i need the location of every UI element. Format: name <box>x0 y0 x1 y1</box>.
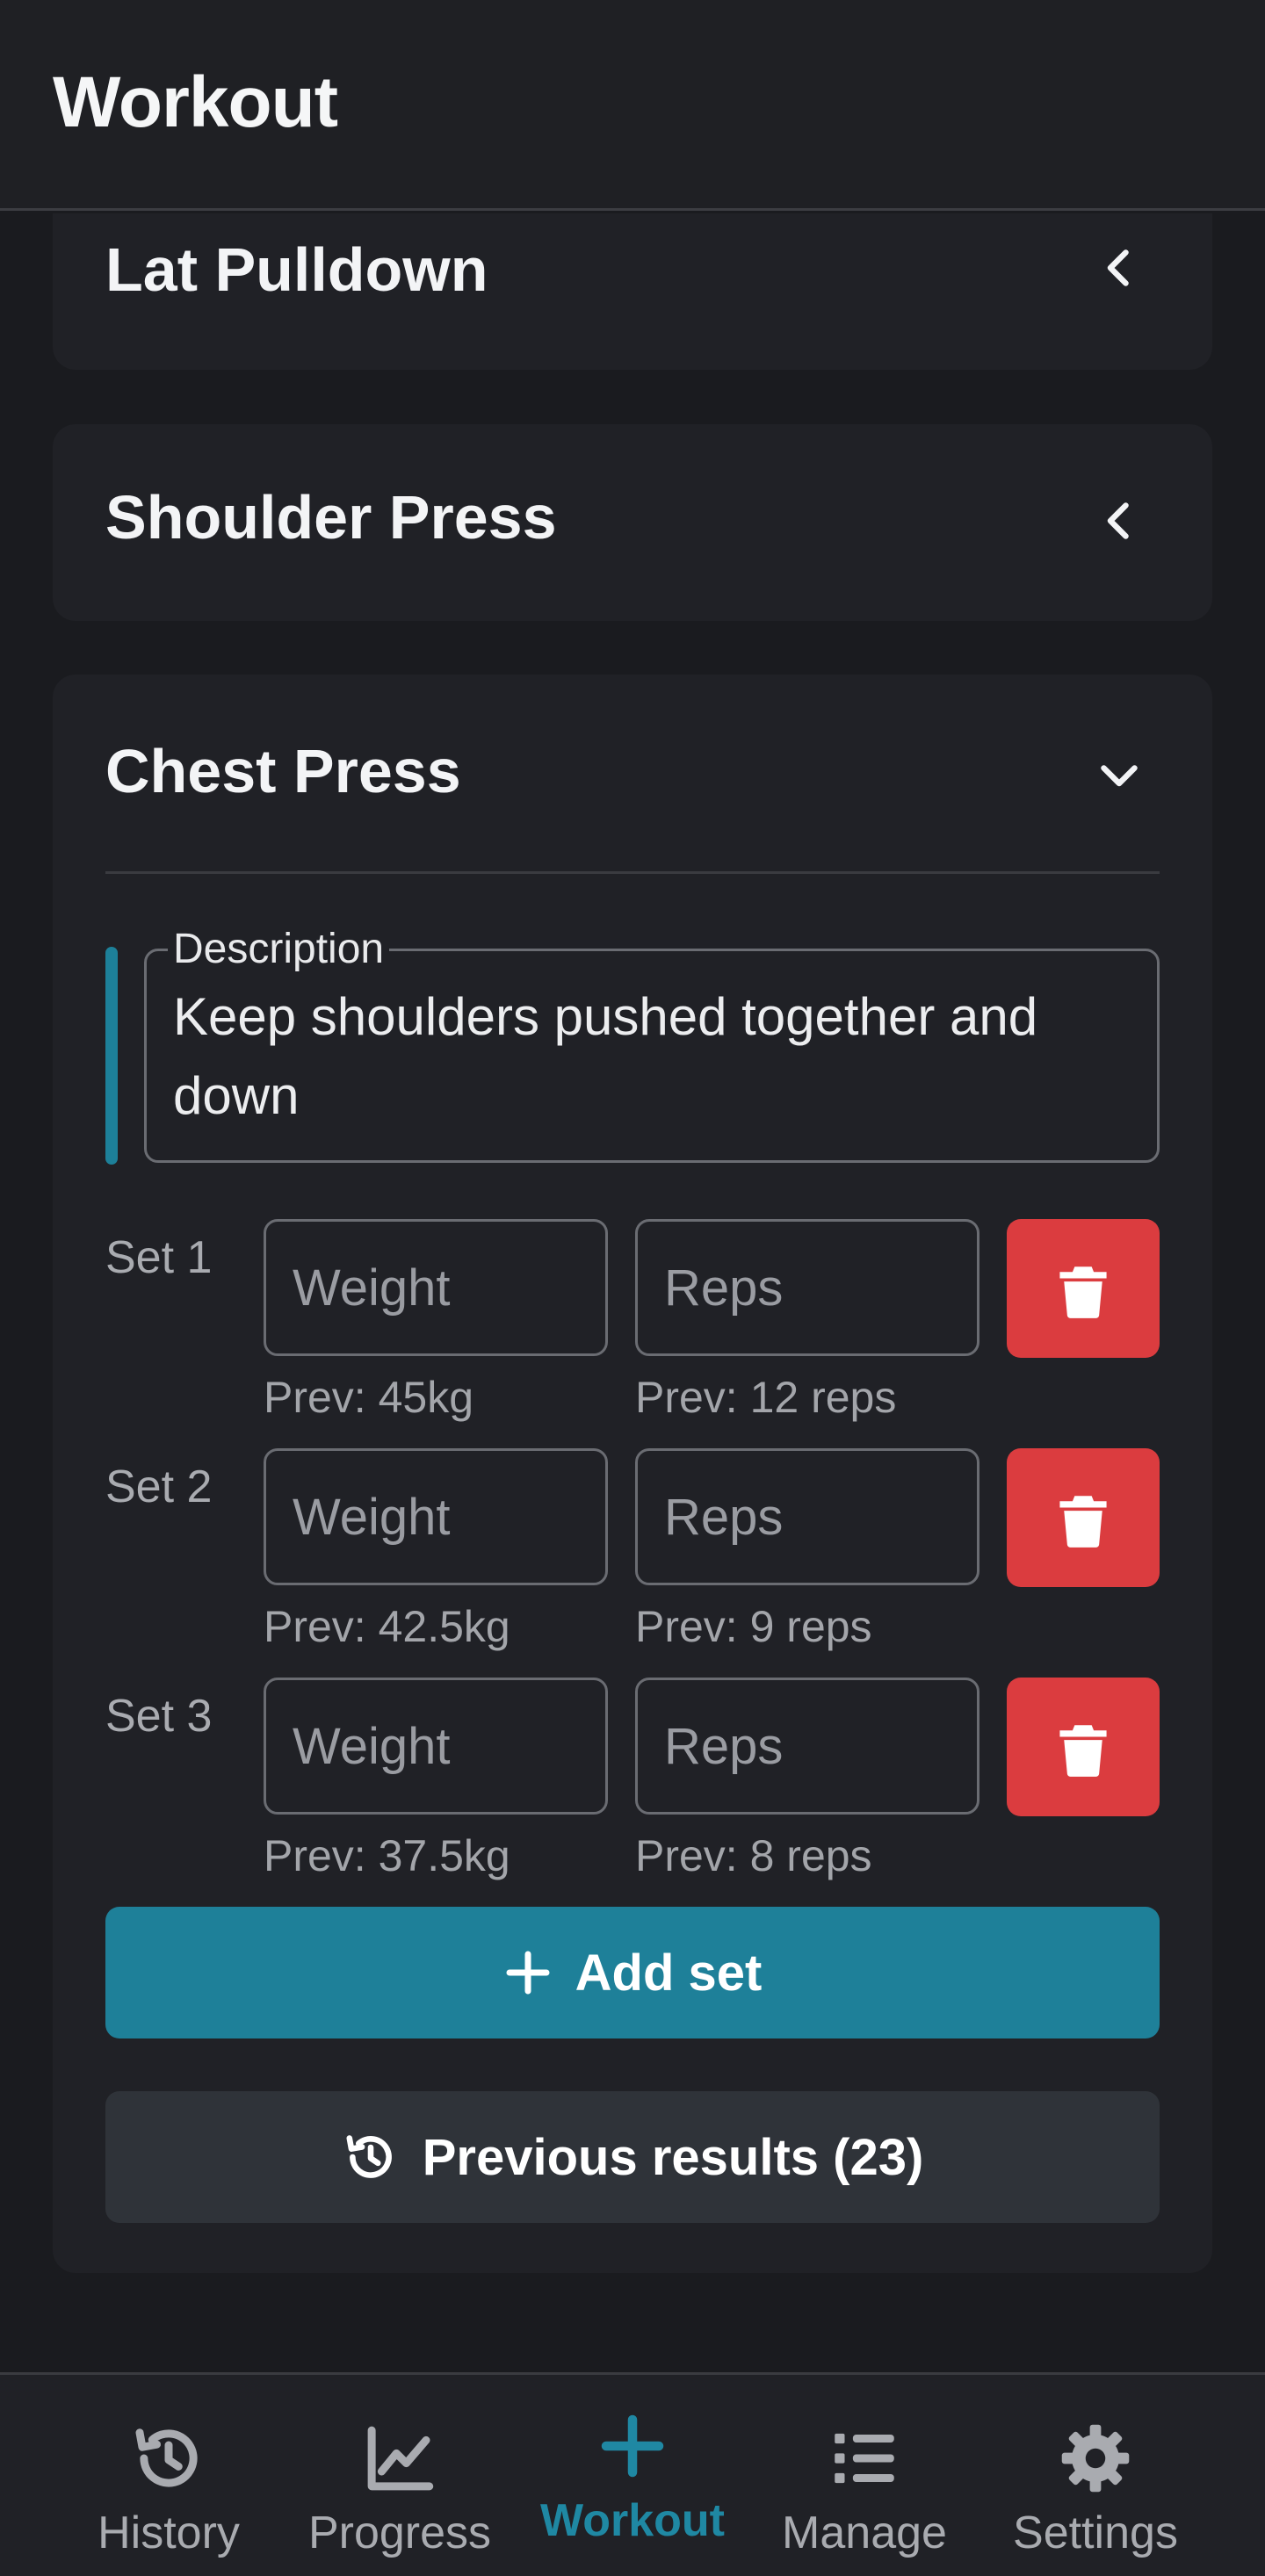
reps-input[interactable]: Reps <box>635 1219 979 1356</box>
weight-placeholder: Weight <box>293 1489 451 1546</box>
app-header: Workout <box>0 0 1265 211</box>
reps-placeholder: Reps <box>664 1489 784 1546</box>
nav-item-workout[interactable]: Workout <box>518 2375 747 2576</box>
reps-placeholder: Reps <box>664 1259 784 1317</box>
weight-placeholder: Weight <box>293 1718 451 1775</box>
prev-reps: Prev: 9 reps <box>635 1602 872 1651</box>
description-field[interactable]: Description Keep shoulders pushed togeth… <box>144 925 1160 1163</box>
gear-icon <box>1056 2419 1135 2498</box>
nav-label: Progress <box>307 2507 492 2558</box>
plus-icon <box>506 1951 550 1995</box>
prev-weight: Prev: 37.5kg <box>264 1831 510 1880</box>
prev-reps: Prev: 12 reps <box>635 1373 897 1422</box>
trash-icon <box>1059 1266 1107 1318</box>
nav-item-manage[interactable]: Manage <box>750 2375 979 2576</box>
prev-weight: Prev: 42.5kg <box>264 1602 510 1651</box>
chart-icon <box>360 2419 439 2498</box>
reps-placeholder: Reps <box>664 1718 784 1775</box>
prev-weight: Prev: 45kg <box>264 1373 474 1422</box>
history-icon <box>129 2419 208 2498</box>
weight-placeholder: Weight <box>293 1259 451 1317</box>
exercise-card-chest-press[interactable]: Chest Press Description Keep shoulders p… <box>53 675 1212 2273</box>
nav-item-settings[interactable]: Settings <box>981 2375 1210 2576</box>
plus-icon <box>593 2406 672 2486</box>
description-accent-bar <box>105 947 118 1165</box>
weight-input[interactable]: Weight <box>264 1678 608 1815</box>
exercise-title: Lat Pulldown <box>105 235 488 304</box>
reps-input[interactable]: Reps <box>635 1448 979 1585</box>
previous-results-button[interactable]: Previous results (23) <box>105 2091 1160 2223</box>
chevron-left-icon[interactable] <box>1093 242 1146 294</box>
delete-set-button[interactable] <box>1007 1219 1160 1358</box>
page-title: Workout <box>53 62 338 142</box>
exercise-card-shoulder-press[interactable]: Shoulder Press <box>53 424 1212 621</box>
set-label: Set 1 <box>105 1232 213 1283</box>
prev-reps: Prev: 8 reps <box>635 1831 872 1880</box>
add-set-button[interactable]: Add set <box>105 1907 1160 2038</box>
list-icon <box>825 2419 904 2498</box>
nav-label: History <box>98 2507 240 2558</box>
workout-content[interactable]: Lat Pulldown Shoulder Press Chest Press … <box>0 213 1265 2372</box>
nav-label: Settings <box>1013 2507 1178 2558</box>
weight-input[interactable]: Weight <box>264 1448 608 1585</box>
chevron-left-icon[interactable] <box>1093 494 1146 547</box>
delete-set-button[interactable] <box>1007 1448 1160 1587</box>
nav-label: Workout <box>540 2495 725 2546</box>
set-label: Set 3 <box>105 1691 213 1742</box>
nav-label: Manage <box>782 2507 947 2558</box>
exercise-title: Shoulder Press <box>105 483 557 552</box>
add-set-label: Add set <box>575 1944 763 2002</box>
history-icon <box>346 2135 392 2178</box>
nav-item-progress[interactable]: Progress <box>286 2375 514 2576</box>
chevron-down-icon[interactable] <box>1093 748 1146 801</box>
exercise-card-lat-pulldown[interactable]: Lat Pulldown <box>53 213 1212 370</box>
trash-icon <box>1059 1725 1107 1777</box>
nav-item-history[interactable]: History <box>54 2375 283 2576</box>
description-label: Description <box>168 925 390 973</box>
exercise-title: Chest Press <box>105 737 461 805</box>
reps-input[interactable]: Reps <box>635 1678 979 1815</box>
description-text: Keep shoulders pushed together and down <box>173 987 1038 1125</box>
trash-icon <box>1059 1496 1107 1548</box>
weight-input[interactable]: Weight <box>264 1219 608 1356</box>
previous-results-label: Previous results (23) <box>422 2128 924 2186</box>
delete-set-button[interactable] <box>1007 1678 1160 1816</box>
bottom-nav: History Progress Workout Manage Settings <box>0 2372 1265 2576</box>
card-divider <box>105 871 1160 874</box>
set-label: Set 2 <box>105 1461 213 1512</box>
